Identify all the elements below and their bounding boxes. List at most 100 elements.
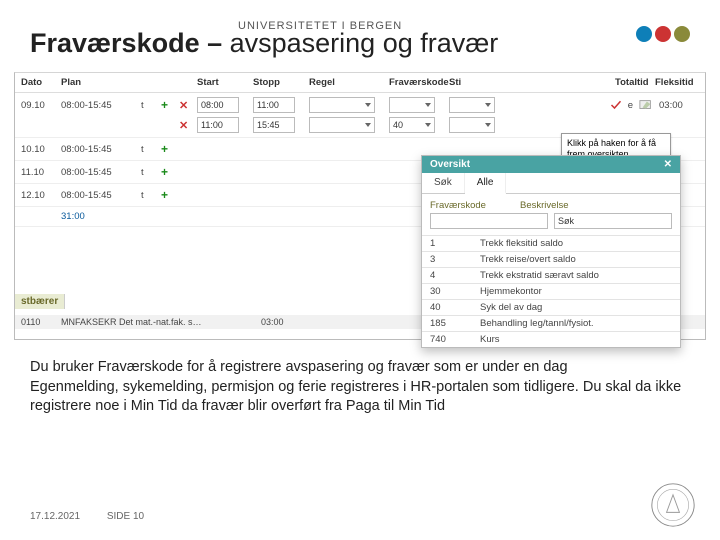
add-line-icon[interactable]: + [161,98,179,112]
cell-dato: 10.10 [21,144,61,155]
cell-plan: 08:00-15:45 [61,100,141,111]
regel-select[interactable] [309,117,375,133]
university-seal-icon [650,482,696,528]
cell-t: t [141,144,161,155]
delete-line-icon[interactable]: ✕ [179,99,197,112]
fkode-desc: Syk del av dag [472,300,680,316]
th-regel: Regel [309,77,389,88]
search-beskrivelse-input[interactable]: Søk [554,213,672,229]
th-t [141,77,161,88]
th-fkode: Fraværskode [389,77,449,88]
cell-t: t [141,100,161,111]
dot-red [655,26,671,42]
cell-dato: 11.10 [21,167,61,178]
th-stopp: Stopp [253,77,309,88]
list-item[interactable]: 740Kurs [422,332,680,348]
dot-olive [674,26,690,42]
regel-select[interactable] [309,97,375,113]
timesheet-app: Dato Plan Start Stopp Regel Fraværskode … [14,72,706,340]
cost-code: 0110 [21,317,61,327]
cost-val: 03:00 [261,317,301,327]
start-input[interactable]: 08:00 [197,97,239,113]
footer-page: SIDE 10 [107,511,144,522]
th-fleksitid: Fleksitid [655,77,699,88]
fkode-desc: Trekk reise/overt saldo [472,252,680,268]
list-item[interactable]: 30Hjemmekontor [422,284,680,300]
table-header: Dato Plan Start Stopp Regel Fraværskode … [15,73,705,93]
cost-label: stbærer [15,294,65,309]
th-dato: Dato [21,77,61,88]
dot-blue [636,26,652,42]
fkode-desc: Behandling leg/tannl/fysiot. [472,316,680,332]
chevron-down-icon [425,123,431,127]
chevron-down-icon [485,103,491,107]
th-totaltid: Totaltid [615,77,655,88]
fkode-select[interactable] [389,97,435,113]
add-line-icon[interactable]: + [161,165,179,179]
chevron-down-icon [365,123,371,127]
fkode-code: 40 [422,300,472,316]
cell-t: t [141,167,161,178]
sti-select[interactable] [449,97,495,113]
subtotal-value: 31:00 [61,211,141,222]
fkode-desc: Hjemmekontor [472,284,680,300]
title-strong: Fraværskode – [30,28,222,58]
th-add [161,77,179,88]
cell-dato: 12.10 [21,190,61,201]
fkode-code: 185 [422,316,472,332]
fkode-code: 1 [422,236,472,252]
popup-tabs: Søk Alle [422,173,680,194]
start-input[interactable]: 11:00 [197,117,239,133]
fkode-code: 740 [422,332,472,348]
confirm-check-icon[interactable] [610,99,622,111]
body-p1: Du bruker Fraværskode for å registrere a… [30,358,690,378]
chevron-down-icon [425,103,431,107]
list-item[interactable]: 4Trekk ekstratid særavt saldo [422,268,680,284]
fkode-select[interactable]: 40 [389,117,435,133]
table-row: 09.10 08:00-15:45 t + ✕ 08:00 11:00 e 03… [15,93,705,117]
fkode-code: 3 [422,252,472,268]
sti-select[interactable] [449,117,495,133]
popup-titlebar: Oversikt ✕ [422,156,680,173]
title-rest: avspasering og fravær [222,28,498,58]
close-icon[interactable]: ✕ [664,159,672,170]
cell-totaltid: 03:00 [659,100,699,111]
tab-sok[interactable]: Søk [422,173,465,193]
footer-date: 17.12.2021 [30,511,80,522]
brand-dots [633,26,690,47]
stopp-input[interactable]: 11:00 [253,97,295,113]
list-item[interactable]: 3Trekk reise/overt saldo [422,252,680,268]
popup-title: Oversikt [430,159,470,170]
oversikt-popup: Oversikt ✕ Søk Alle Fraværskode Beskrive… [421,155,681,348]
th-sti: Sti [449,77,509,88]
list-item[interactable]: 1Trekk fleksitid saldo [422,236,680,252]
th-start: Start [197,77,253,88]
chevron-down-icon [365,103,371,107]
delete-line-icon[interactable]: ✕ [179,119,197,132]
fkode-desc: Kurs [472,332,680,348]
cell-dato: 09.10 [21,100,61,111]
fkode-desc: Trekk ekstratid særavt saldo [472,268,680,284]
tab-alle[interactable]: Alle [465,173,507,194]
cell-plan: 08:00-15:45 [61,144,141,155]
cell-plan: 08:00-15:45 [61,190,141,201]
chevron-down-icon [485,123,491,127]
add-line-icon[interactable]: + [161,142,179,156]
stopp-input[interactable]: 15:45 [253,117,295,133]
fkode-desc: Trekk fleksitid saldo [472,236,680,252]
cell-e: e [628,100,633,111]
cost-text: MNFAKSEKR Det mat.-nat.fak. s… [61,317,261,327]
list-item[interactable]: 185Behandling leg/tannl/fysiot. [422,316,680,332]
page-title: Fraværskode – avspasering og fravær [30,28,498,59]
add-line-icon[interactable]: + [161,188,179,202]
search-fkode-input[interactable] [430,213,548,229]
fkode-table: 1Trekk fleksitid saldo3Trekk reise/overt… [422,235,680,347]
fkode-code: 4 [422,268,472,284]
edit-icon[interactable] [639,99,653,111]
slide-footer: 17.12.2021 SIDE 10 [30,511,144,522]
cell-plan: 08:00-15:45 [61,167,141,178]
body-copy: Du bruker Fraværskode for å registrere a… [30,358,690,417]
body-p2: Egenmelding, sykemelding, permisjon og f… [30,378,690,417]
list-item[interactable]: 40Syk del av dag [422,300,680,316]
th-plan: Plan [61,77,141,88]
